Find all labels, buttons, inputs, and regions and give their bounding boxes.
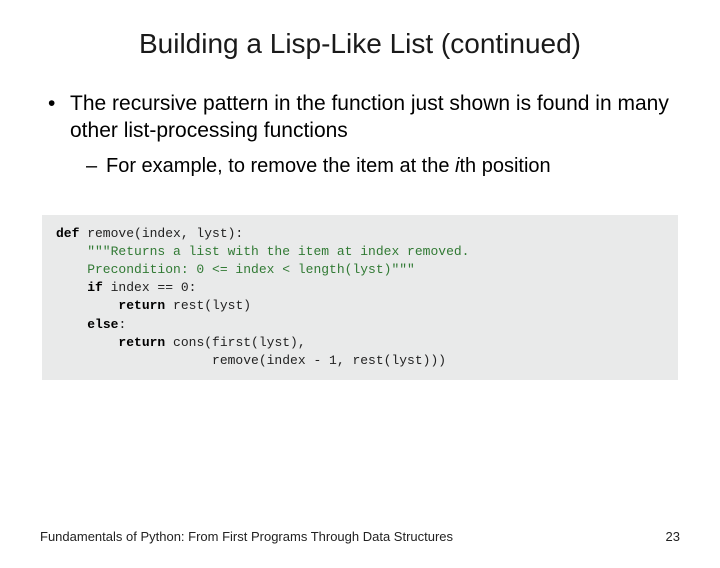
slide-body: The recursive pattern in the function ju…: [40, 90, 680, 179]
kw-if: if: [87, 280, 103, 295]
code-text: cons(first(lyst),: [165, 335, 305, 350]
code-indent: [56, 280, 87, 295]
code-text: remove(index - 1, rest(lyst))): [56, 353, 446, 368]
code-text: rest(lyst): [165, 298, 251, 313]
kw-else: else: [87, 317, 118, 332]
code-indent: [56, 298, 118, 313]
code-text: index == 0:: [103, 280, 197, 295]
bullet2-text-pre: For example, to remove the item at the: [106, 155, 455, 177]
footer-text: Fundamentals of Python: From First Progr…: [40, 529, 453, 544]
bullet-level2: For example, to remove the item at the i…: [86, 153, 680, 179]
page-number: 23: [666, 529, 680, 544]
kw-return: return: [118, 298, 165, 313]
bullet2-text-post: th position: [460, 155, 551, 177]
kw-def: def: [56, 226, 79, 241]
docstring-line: """Returns a list with the item at index…: [56, 244, 469, 259]
code-text: remove(index, lyst):: [79, 226, 243, 241]
code-block: def remove(index, lyst): """Returns a li…: [42, 215, 678, 381]
kw-return: return: [118, 335, 165, 350]
code-indent: [56, 335, 118, 350]
code-text: :: [118, 317, 126, 332]
slide-title: Building a Lisp-Like List (continued): [40, 28, 680, 60]
code-indent: [56, 317, 87, 332]
bullet-level1: The recursive pattern in the function ju…: [48, 90, 680, 145]
docstring-line: Precondition: 0 <= index < length(lyst)"…: [56, 262, 415, 277]
